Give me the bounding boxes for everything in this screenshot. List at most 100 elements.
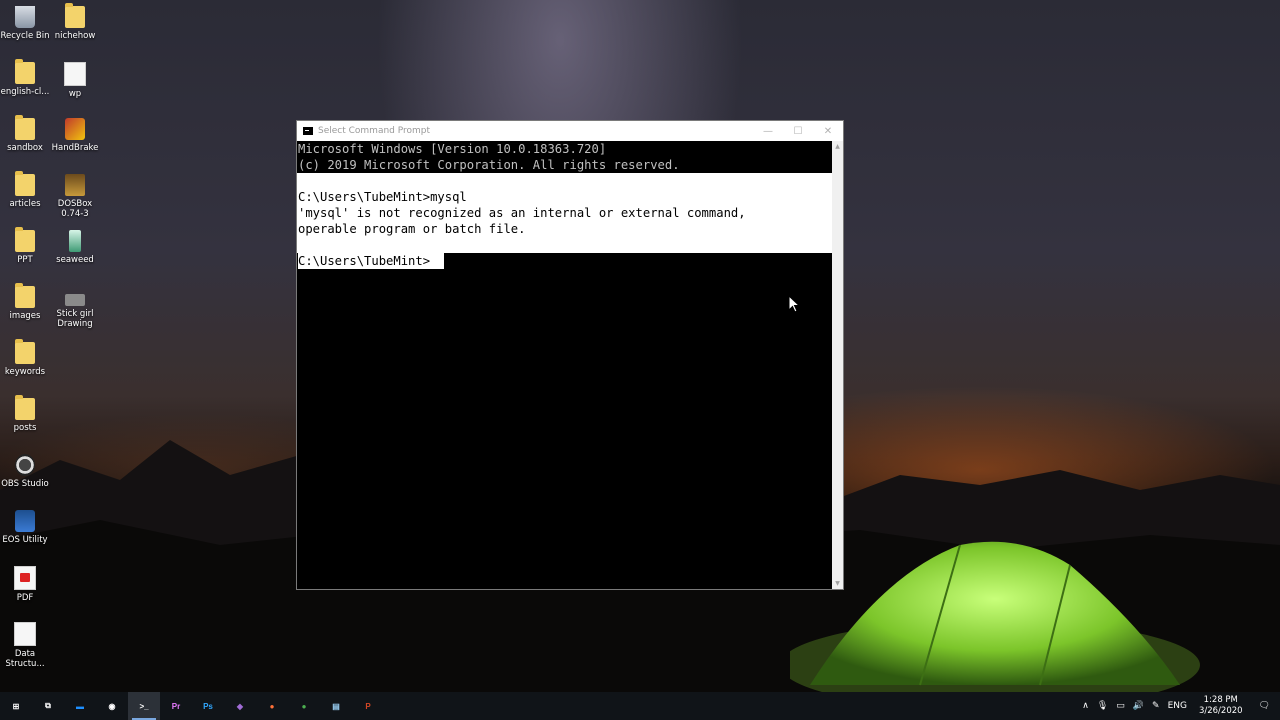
desktop-icon-label: posts <box>13 423 37 433</box>
desktop-icon-label: PPT <box>17 255 33 265</box>
folder-icon <box>15 283 35 308</box>
handbrake-icon <box>65 118 85 140</box>
clock-date: 3/26/2020 <box>1198 706 1243 716</box>
console-line-selected: operable program or batch file. <box>297 221 832 237</box>
window-titlebar[interactable]: Select Command Prompt — ☐ ✕ <box>297 121 843 141</box>
desktop-icon[interactable]: keywords <box>0 339 50 377</box>
chrome-taskbar-icon: ● <box>301 701 307 711</box>
desktop-icon[interactable]: OBS Studio <box>0 454 50 489</box>
obs-studio-icon <box>15 454 35 476</box>
desktop-icon-label: Stick girl Drawing <box>56 309 94 329</box>
desktop-icon[interactable]: PDF <box>0 566 50 603</box>
firefox-taskbar-icon: ● <box>269 701 275 711</box>
folder-icon <box>15 339 35 364</box>
desktop-icon[interactable]: nichehow <box>50 3 100 41</box>
desktop-icon-label: nichehow <box>54 31 96 41</box>
seaweed-icon <box>69 230 81 252</box>
clock[interactable]: 1:28 PM 3/26/2020 <box>1199 695 1243 717</box>
desktop-icon-label: Recycle Bin <box>0 31 50 41</box>
desktop-icon[interactable]: Stick girl Drawing <box>50 286 100 329</box>
folder-icon <box>15 115 35 140</box>
chrome-taskbar-button[interactable]: ● <box>288 692 320 720</box>
desktop-icon-label: images <box>9 311 41 321</box>
desktop-icon[interactable]: images <box>0 283 50 321</box>
console-line-selected: 'mysql' is not recognized as an internal… <box>297 205 832 221</box>
console-line: Microsoft Windows [Version 10.0.18363.72… <box>298 142 607 156</box>
desktop-icon[interactable]: EOS Utility <box>0 510 50 545</box>
volume-icon[interactable]: 🔊 <box>1133 701 1144 711</box>
desktop-icon-label: Data Structu... <box>5 649 45 669</box>
scroll-up-arrow-icon[interactable]: ▲ <box>832 141 843 152</box>
language-indicator[interactable]: ENG <box>1168 701 1187 711</box>
desktop-icon-label: sandbox <box>7 143 43 153</box>
console-line-selected <box>297 237 832 253</box>
desktop-icon-label: articles <box>9 199 41 209</box>
powerpoint-taskbar-button[interactable]: P <box>352 692 384 720</box>
network-icon[interactable]: ▭ <box>1116 701 1125 711</box>
vertical-scrollbar[interactable]: ▲ ▼ <box>832 141 843 589</box>
recycle-bin-icon <box>15 6 35 28</box>
pen-icon[interactable]: ✎ <box>1152 701 1160 711</box>
show-hidden-icons-icon[interactable]: ∧ <box>1082 701 1089 711</box>
desktop-icon[interactable]: Recycle Bin <box>0 6 50 41</box>
clock-time: 1:28 PM <box>1203 695 1238 705</box>
document-icon <box>14 622 36 646</box>
eos-utility-icon <box>15 510 35 532</box>
photoshop-taskbar-button[interactable]: Ps <box>192 692 224 720</box>
document-icon <box>64 62 86 86</box>
desktop-icon-label: seaweed <box>56 255 94 265</box>
system-tray: ∧ 🎙 ▭ 🔊 ✎ ENG 1:28 PM 3/26/2020 🗨 <box>1078 692 1280 720</box>
folder-icon <box>15 59 35 84</box>
dosbox-icon <box>65 174 85 196</box>
desktop-icon-label: keywords <box>4 367 46 377</box>
microphone-icon[interactable]: 🎙 <box>1097 701 1108 711</box>
desktop-icon[interactable]: DOSBox 0.74-3 <box>50 174 100 219</box>
notifications-icon[interactable]: 🗨 <box>1259 701 1270 711</box>
command-prompt-window[interactable]: Select Command Prompt — ☐ ✕ Microsoft Wi… <box>296 120 844 590</box>
console-line-selected: C:\Users\TubeMint>mysql <box>297 189 832 205</box>
start-button[interactable]: ⊞ <box>0 692 32 720</box>
pdf-icon <box>14 566 36 590</box>
desktop-icon[interactable]: Data Structu... <box>0 622 50 669</box>
scroll-down-arrow-icon[interactable]: ▼ <box>832 578 843 589</box>
premiere-taskbar-button[interactable]: Pr <box>160 692 192 720</box>
photoshop-taskbar-icon: Ps <box>203 701 213 711</box>
premiere-taskbar-icon: Pr <box>171 701 181 711</box>
console-output[interactable]: Microsoft Windows [Version 10.0.18363.72… <box>297 141 832 589</box>
obs-taskbar-icon: ◉ <box>108 701 116 711</box>
task-view-button[interactable]: ⧉ <box>32 692 64 720</box>
folder-icon <box>15 395 35 420</box>
desktop-icon[interactable]: english-cl... <box>0 59 50 97</box>
desktop-icon[interactable]: HandBrake <box>50 118 100 153</box>
command-prompt-icon <box>303 127 313 135</box>
taskbar: ⊞ ⧉ ▬ ◉ >_ Pr Ps ◆ ● ● ▤ P ∧ 🎙 ▭ 🔊 ✎ ENG 1:28 PM 3/… <box>0 692 1280 720</box>
desktop-icon-label: DOSBox 0.74-3 <box>57 199 93 219</box>
desktop-icon[interactable]: seaweed <box>50 230 100 265</box>
visual-studio-taskbar-icon: ◆ <box>236 701 244 711</box>
desktop-icon-label: PDF <box>16 593 34 603</box>
firefox-taskbar-button[interactable]: ● <box>256 692 288 720</box>
folder-icon <box>15 227 35 252</box>
desktop-icon[interactable]: wp <box>50 62 100 99</box>
desktop-icon[interactable]: posts <box>0 395 50 433</box>
desktop-icon[interactable]: articles <box>0 171 50 209</box>
file-explorer-button[interactable]: ▬ <box>64 692 96 720</box>
close-button[interactable]: ✕ <box>813 121 843 141</box>
visual-studio-taskbar-button[interactable]: ◆ <box>224 692 256 720</box>
mouse-cursor-icon <box>788 295 800 313</box>
notepad-taskbar-button[interactable]: ▤ <box>320 692 352 720</box>
desktop-icon-label: english-cl... <box>0 87 50 97</box>
obs-taskbar-button[interactable]: ◉ <box>96 692 128 720</box>
notepad-taskbar-icon: ▤ <box>332 701 340 711</box>
minimize-button[interactable]: — <box>753 121 783 141</box>
command-prompt-taskbar-icon: >_ <box>139 701 149 711</box>
desktop-icon[interactable]: PPT <box>0 227 50 265</box>
window-title: Select Command Prompt <box>318 126 431 136</box>
image-file-icon <box>65 294 85 306</box>
wallpaper-tent <box>790 541 1200 695</box>
maximize-button[interactable]: ☐ <box>783 121 813 141</box>
desktop-icon[interactable]: sandbox <box>0 115 50 153</box>
desktop-icon-label: EOS Utility <box>2 535 48 545</box>
command-prompt-taskbar-button[interactable]: >_ <box>128 692 160 720</box>
task-view-icon: ⧉ <box>45 701 51 710</box>
